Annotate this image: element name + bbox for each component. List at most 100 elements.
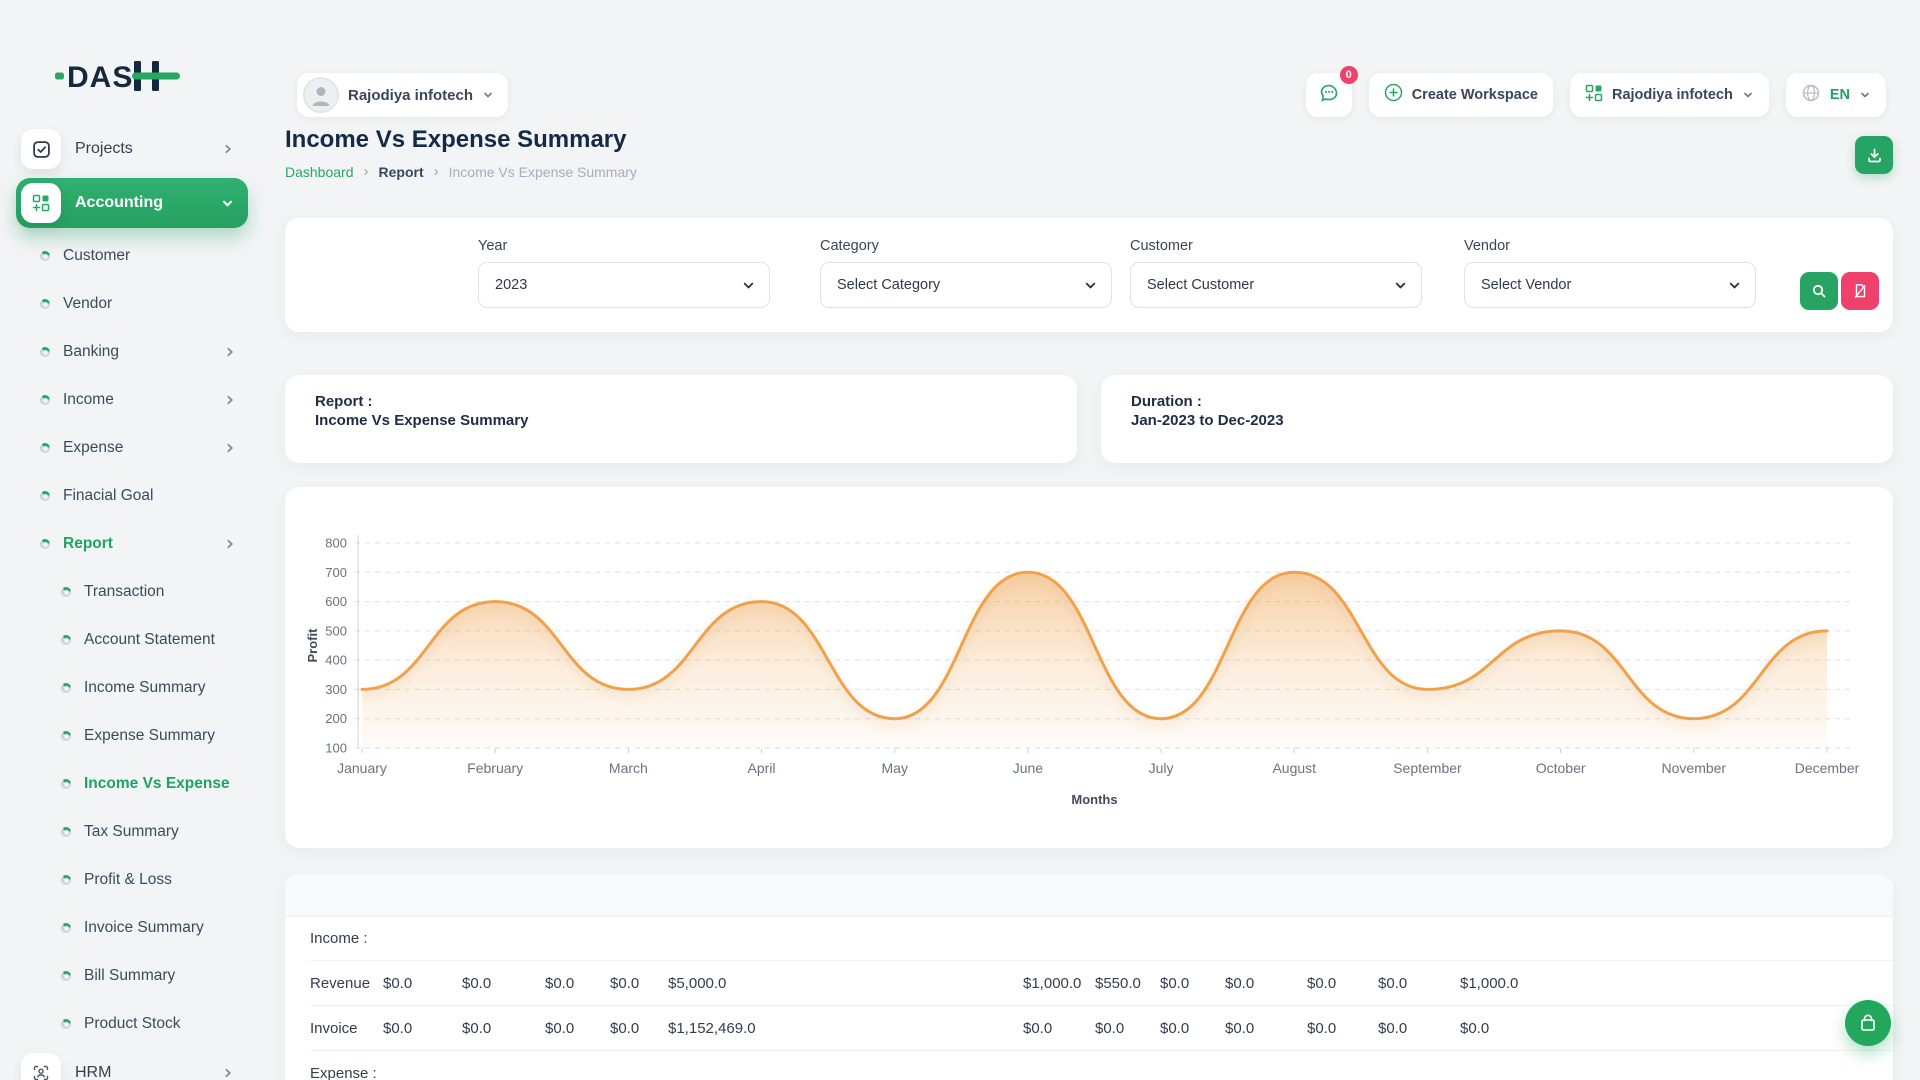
sidebar-item-accounting[interactable]: Accounting (16, 178, 248, 228)
bullet-icon (40, 491, 50, 501)
svg-text:200: 200 (325, 711, 347, 726)
filters-card: Year 2023 Category Select Category Custo… (285, 218, 1893, 332)
globe-icon (1801, 83, 1821, 108)
svg-text:December: December (1795, 760, 1860, 776)
sidebar-item-expense-summary[interactable]: Expense Summary (0, 712, 262, 760)
sidebar-item-report[interactable]: Report (0, 520, 262, 568)
table-row: Revenue$0.0$0.0$0.0$0.0$5,000.0$1,000.0$… (310, 961, 1893, 1006)
sidebar-item-account-statement[interactable]: Account Statement (0, 616, 262, 664)
report-card-value: Income Vs Expense Summary (315, 412, 1077, 429)
cell-value: $0.0 (1023, 1006, 1095, 1051)
create-workspace-button[interactable]: Create Workspace (1369, 73, 1553, 117)
cart-floating-button[interactable] (1845, 1000, 1891, 1046)
messages-button[interactable]: 0 (1306, 73, 1352, 117)
svg-text:October: October (1536, 760, 1586, 776)
chevron-down-icon (482, 89, 494, 101)
chevron-down-icon (1084, 279, 1097, 292)
bullet-icon (61, 827, 71, 837)
sidebar-item-banking[interactable]: Banking (0, 328, 262, 376)
topbar-actions: 0 Create Workspace Rajodiya infotech EN (1306, 73, 1886, 117)
bullet-icon (40, 539, 50, 549)
sidebar-item-projects[interactable]: Projects (16, 124, 248, 174)
brand-logo[interactable]: DAS (55, 56, 195, 96)
cell-value: $0.0 (1225, 1006, 1307, 1051)
sidebar-item-profit-loss[interactable]: Profit & Loss (0, 856, 262, 904)
duration-summary-card: Duration : Jan-2023 to Dec-2023 (1101, 375, 1893, 463)
cell-value: $0.0 (1160, 1006, 1225, 1051)
cell-value: $0.0 (1160, 961, 1225, 1006)
svg-text:DAS: DAS (67, 61, 133, 94)
sidebar-item-vendor[interactable]: Vendor (0, 280, 262, 328)
vendor-select[interactable]: Select Vendor (1464, 262, 1756, 308)
sidebar-item-income-vs-expense[interactable]: Income Vs Expense (0, 760, 262, 808)
create-workspace-label: Create Workspace (1412, 87, 1538, 103)
reset-filter-button[interactable] (1841, 272, 1879, 310)
hrm-icon (21, 1053, 61, 1080)
bullet-icon (61, 683, 71, 693)
svg-text:Profit: Profit (305, 628, 320, 663)
svg-text:100: 100 (325, 741, 347, 756)
duration-card-title: Duration : (1131, 393, 1893, 410)
sidebar-item-invoice-summary[interactable]: Invoice Summary (0, 904, 262, 952)
bullet-icon (61, 587, 71, 597)
chevron-down-icon (1394, 279, 1407, 292)
breadcrumb-separator (434, 163, 439, 180)
grid-plus-icon (21, 183, 61, 223)
apply-filter-button[interactable] (1800, 272, 1838, 310)
chevron-down-icon (1859, 89, 1871, 101)
sidebar-item-income[interactable]: Income (0, 376, 262, 424)
chevron-right-icon (224, 346, 236, 358)
customer-select[interactable]: Select Customer (1130, 262, 1422, 308)
bullet-icon (61, 779, 71, 789)
row-label: Revenue (310, 961, 383, 1006)
year-select[interactable]: 2023 (478, 262, 770, 308)
sidebar-item-expense[interactable]: Expense (0, 424, 262, 472)
workspace-selector[interactable]: Rajodiya infotech (297, 73, 508, 117)
sidebar-item-hrm[interactable]: HRM (16, 1048, 248, 1080)
sidebar-item-income-summary[interactable]: Income Summary (0, 664, 262, 712)
cell-value: $0.0 (1095, 1006, 1160, 1051)
cell-value: $0.0 (545, 1006, 610, 1051)
chevron-down-icon (1742, 89, 1754, 101)
vendor-label: Vendor (1464, 238, 1510, 254)
bullet-icon (40, 395, 50, 405)
chevron-down-icon (221, 197, 234, 210)
category-select[interactable]: Select Category (820, 262, 1112, 308)
svg-text:Months: Months (1071, 792, 1117, 807)
bullet-icon (61, 971, 71, 981)
section-label: Income : (310, 916, 1893, 961)
sidebar-item-finacial-goal[interactable]: Finacial Goal (0, 472, 262, 520)
page-title: Income Vs Expense Summary (285, 126, 626, 154)
year-label: Year (478, 238, 507, 254)
sidebar-item-tax-summary[interactable]: Tax Summary (0, 808, 262, 856)
bullet-icon (40, 443, 50, 453)
svg-text:700: 700 (325, 565, 347, 580)
cell-value: $0.0 (1225, 961, 1307, 1006)
svg-text:April: April (748, 760, 776, 776)
language-menu[interactable]: EN (1786, 73, 1886, 117)
sidebar-item-customer[interactable]: Customer (0, 232, 262, 280)
sidebar-item-bill-summary[interactable]: Bill Summary (0, 952, 262, 1000)
app-root: DAS ProjectsAccountingCustomerVendorBank… (0, 0, 1920, 1080)
sidebar-item-transaction[interactable]: Transaction (0, 568, 262, 616)
svg-text:600: 600 (325, 594, 347, 609)
bullet-icon (40, 347, 50, 357)
svg-text:400: 400 (325, 653, 347, 668)
company-menu-label: Rajodiya infotech (1612, 87, 1733, 103)
messages-badge: 0 (1340, 66, 1358, 84)
report-card-title: Report : (315, 393, 1077, 410)
cell-value: $0.0 (462, 961, 545, 1006)
table-row: Invoice$0.0$0.0$0.0$0.0$1,152,469.0$0.0$… (310, 1006, 1893, 1051)
breadcrumb-dashboard[interactable]: Dashboard (285, 164, 354, 180)
cell-value: $0.0 (1378, 1006, 1460, 1051)
sidebar-nav: ProjectsAccountingCustomerVendorBankingI… (0, 124, 262, 1080)
download-icon (1866, 147, 1883, 164)
chevron-right-icon (222, 1067, 234, 1079)
company-menu[interactable]: Rajodiya infotech (1570, 73, 1769, 117)
sidebar-item-product-stock[interactable]: Product Stock (0, 1000, 262, 1048)
download-button[interactable] (1855, 136, 1893, 174)
profit-chart-card: 100200300400500600700800JanuaryFebruaryM… (285, 487, 1893, 848)
breadcrumb-report[interactable]: Report (379, 164, 424, 180)
bullet-icon (40, 299, 50, 309)
section-row: Expense : (310, 1051, 1893, 1080)
